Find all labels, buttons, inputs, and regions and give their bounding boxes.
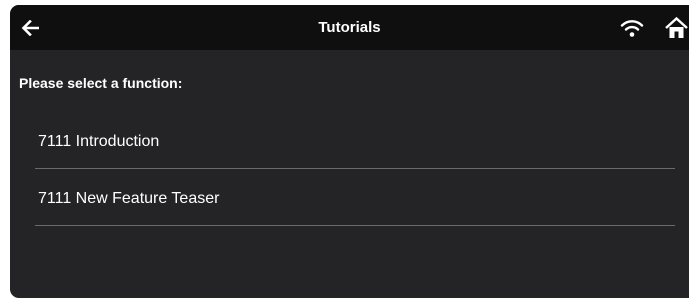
list-item-introduction[interactable]: 7111 Introduction [35, 112, 675, 169]
device-screen: Tutorials Please select a function: 7111… [10, 5, 689, 298]
arrow-left-icon [21, 20, 39, 36]
back-button[interactable] [16, 15, 44, 41]
home-icon[interactable] [664, 16, 689, 40]
list-item-label: 7111 New Feature Teaser [38, 190, 220, 207]
function-list: 7111 Introduction 7111 New Feature Tease… [35, 112, 675, 226]
list-item-label: 7111 Introduction [38, 133, 160, 150]
top-bar: Tutorials [10, 5, 689, 50]
wifi-icon [620, 20, 644, 37]
list-item-new-feature-teaser[interactable]: 7111 New Feature Teaser [35, 169, 675, 226]
page-title: Tutorials [318, 19, 381, 36]
select-function-prompt: Please select a function: [19, 75, 183, 91]
